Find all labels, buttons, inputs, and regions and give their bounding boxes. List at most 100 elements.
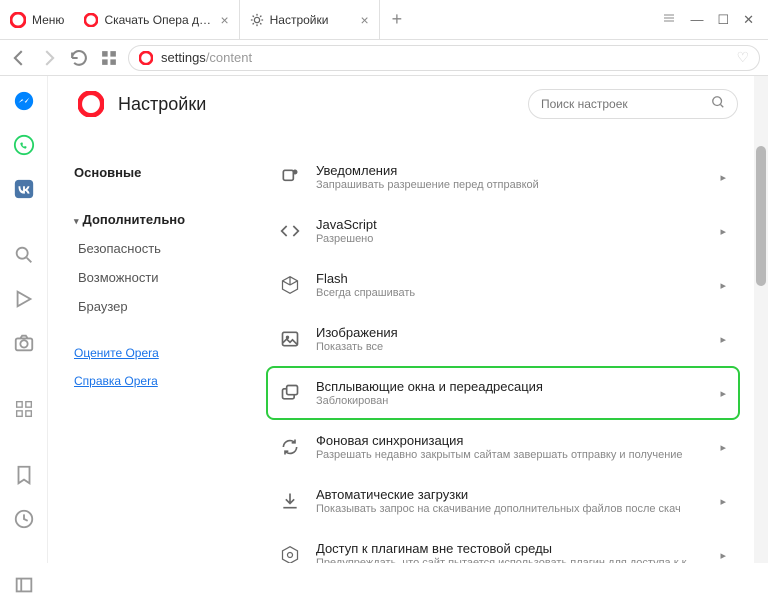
tab-label: Скачать Опера для комп [104, 13, 214, 27]
home-button[interactable] [98, 47, 120, 69]
setting-text: JavaScriptРазрешено [316, 217, 712, 245]
setting-text: Доступ к плагинам вне тестовой средыПред… [316, 541, 712, 563]
menu-button[interactable]: Меню [0, 0, 74, 39]
tab-label: Настройки [270, 13, 329, 27]
tab-close-icon[interactable]: × [360, 12, 368, 28]
image-icon [280, 329, 300, 349]
play-icon[interactable] [13, 288, 35, 310]
chevron-right-icon: ▸ [720, 549, 726, 562]
setting-subtitle: Всегда спрашивать [316, 287, 712, 299]
cube-icon [280, 275, 300, 295]
search-input[interactable] [541, 97, 711, 111]
setting-row[interactable]: ИзображенияПоказать все ▸ [266, 312, 740, 366]
settings-list: УведомленияЗапрашивать разрешение перед … [248, 132, 768, 563]
sidebar-item-advanced[interactable]: Дополнительно [74, 205, 248, 234]
setting-row[interactable]: Автоматические загрузкиПоказывать запрос… [266, 474, 740, 528]
page-title: Настройки [118, 94, 206, 115]
sidebar-item-browser[interactable]: Браузер [74, 292, 248, 321]
tab-item[interactable]: Скачать Опера для комп × [74, 0, 239, 39]
opera-logo-icon [78, 91, 104, 117]
chevron-right-icon: ▸ [720, 171, 726, 184]
chevron-right-icon: ▸ [720, 225, 726, 238]
setting-subtitle: Предупреждать, что сайт пытается использ… [316, 557, 712, 563]
setting-title: Фоновая синхронизация [316, 433, 712, 448]
setting-row[interactable]: Доступ к плагинам вне тестовой средыПред… [266, 528, 740, 563]
chevron-right-icon: ▸ [720, 495, 726, 508]
chevron-right-icon: ▸ [720, 279, 726, 292]
setting-subtitle: Разрешено [316, 233, 712, 245]
setting-text: Автоматические загрузкиПоказывать запрос… [316, 487, 712, 515]
setting-title: Уведомления [316, 163, 712, 178]
tab-close-icon[interactable]: × [220, 12, 228, 28]
scrollbar[interactable] [754, 76, 768, 563]
gear-favicon-icon [250, 13, 264, 27]
setting-text: Всплывающие окна и переадресацияЗаблокир… [316, 379, 712, 407]
apps-icon[interactable] [13, 398, 35, 420]
settings-sidebar: Основные Дополнительно Безопасность Возм… [48, 132, 248, 563]
setting-title: Всплывающие окна и переадресация [316, 379, 712, 394]
chevron-right-icon: ▸ [720, 441, 726, 454]
opera-logo-icon [10, 12, 26, 28]
opera-badge-icon [139, 51, 153, 65]
plugin-icon [280, 545, 300, 563]
setting-subtitle: Показывать запрос на скачивание дополнит… [316, 503, 712, 515]
page-header: Настройки [48, 76, 768, 132]
setting-row[interactable]: Фоновая синхронизацияРазрешать недавно з… [266, 420, 740, 474]
chevron-right-icon: ▸ [720, 387, 726, 400]
forward-button[interactable] [38, 47, 60, 69]
setting-subtitle: Запрашивать разрешение перед отправкой [316, 179, 712, 191]
setting-subtitle: Показать все [316, 341, 712, 353]
back-button[interactable] [8, 47, 30, 69]
setting-text: FlashВсегда спрашивать [316, 271, 712, 299]
tab-item[interactable]: Настройки × [240, 0, 380, 39]
magnifier-icon [711, 95, 725, 114]
setting-row[interactable]: УведомленияЗапрашивать разрешение перед … [266, 150, 740, 204]
url-field[interactable]: settings/content ♡ [128, 45, 760, 71]
bookmarks-icon[interactable] [13, 464, 35, 486]
scroll-thumb[interactable] [756, 146, 766, 286]
setting-text: ИзображенияПоказать все [316, 325, 712, 353]
setting-subtitle: Разрешать недавно закрытым сайтам заверш… [316, 449, 712, 461]
close-icon[interactable]: ✕ [743, 12, 754, 28]
search-icon[interactable] [13, 244, 35, 266]
setting-row[interactable]: FlashВсегда спрашивать ▸ [266, 258, 740, 312]
opera-favicon-icon [84, 13, 98, 27]
menu-label: Меню [32, 13, 64, 27]
setting-text: Фоновая синхронизацияРазрешать недавно з… [316, 433, 712, 461]
setting-row[interactable]: Всплывающие окна и переадресацияЗаблокир… [266, 366, 740, 420]
whatsapp-icon[interactable] [13, 134, 35, 156]
history-icon[interactable] [13, 508, 35, 530]
bell-icon [280, 167, 300, 187]
maximize-icon[interactable]: ☐ [717, 12, 729, 28]
titlebar: Меню Скачать Опера для комп × Настройки … [0, 0, 768, 40]
sidebar-link-help[interactable]: Справка Opera [74, 367, 248, 395]
sidebar-toggle-icon[interactable] [13, 574, 35, 596]
messenger-icon[interactable] [13, 90, 35, 112]
search-settings[interactable] [528, 89, 738, 119]
camera-icon[interactable] [13, 332, 35, 354]
sync-icon [280, 437, 300, 457]
download-icon [280, 491, 300, 511]
vk-icon[interactable] [13, 178, 35, 200]
new-tab-button[interactable]: + [380, 0, 415, 39]
bookmark-icon[interactable]: ♡ [736, 49, 749, 66]
setting-title: Flash [316, 271, 712, 286]
sidebar-link-rate[interactable]: Оцените Opera [74, 339, 248, 367]
window-controls: — ☐ ✕ [648, 11, 768, 28]
popup-icon [280, 383, 300, 403]
sidebar-item-basic[interactable]: Основные [74, 158, 248, 187]
sidebar-item-security[interactable]: Безопасность [74, 234, 248, 263]
url-text: settings/content [161, 50, 252, 65]
setting-subtitle: Заблокирован [316, 395, 712, 407]
setting-title: Изображения [316, 325, 712, 340]
address-bar: settings/content ♡ [0, 40, 768, 76]
left-rail [0, 76, 48, 563]
setting-title: JavaScript [316, 217, 712, 232]
reload-button[interactable] [68, 47, 90, 69]
setting-text: УведомленияЗапрашивать разрешение перед … [316, 163, 712, 191]
setting-row[interactable]: JavaScriptРазрешено ▸ [266, 204, 740, 258]
easy-setup-icon[interactable] [662, 11, 676, 28]
sidebar-item-features[interactable]: Возможности [74, 263, 248, 292]
chevron-right-icon: ▸ [720, 333, 726, 346]
minimize-icon[interactable]: — [690, 12, 703, 27]
